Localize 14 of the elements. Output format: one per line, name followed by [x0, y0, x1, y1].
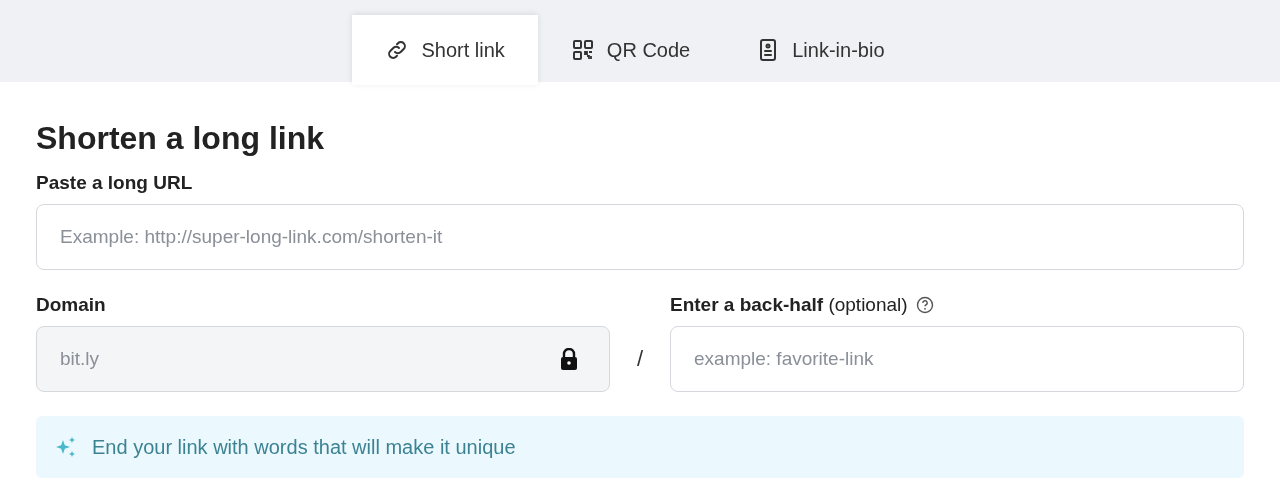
field-label: Domain: [36, 294, 106, 316]
tip-text: End your link with words that will make it unique: [92, 435, 516, 459]
separator-slash: /: [635, 345, 645, 373]
lock-icon: [559, 348, 579, 370]
url-input-field[interactable]: Example: http://super-long-link.com/shorten-it: [36, 204, 1244, 270]
page-heading: Shorten a long link: [36, 119, 325, 158]
tab[interactable]: Short link: [352, 15, 538, 85]
field-label: Enter a back-half (optional): [670, 294, 908, 316]
field-label: Paste a long URL: [36, 172, 193, 194]
tab[interactable]: QR Code: [537, 15, 724, 85]
back-half-input-field[interactable]: example: favorite-link: [670, 326, 1244, 392]
qr-code-icon: [570, 38, 595, 62]
help-icon[interactable]: [915, 296, 934, 314]
tab[interactable]: Link-in-bio: [723, 15, 918, 85]
